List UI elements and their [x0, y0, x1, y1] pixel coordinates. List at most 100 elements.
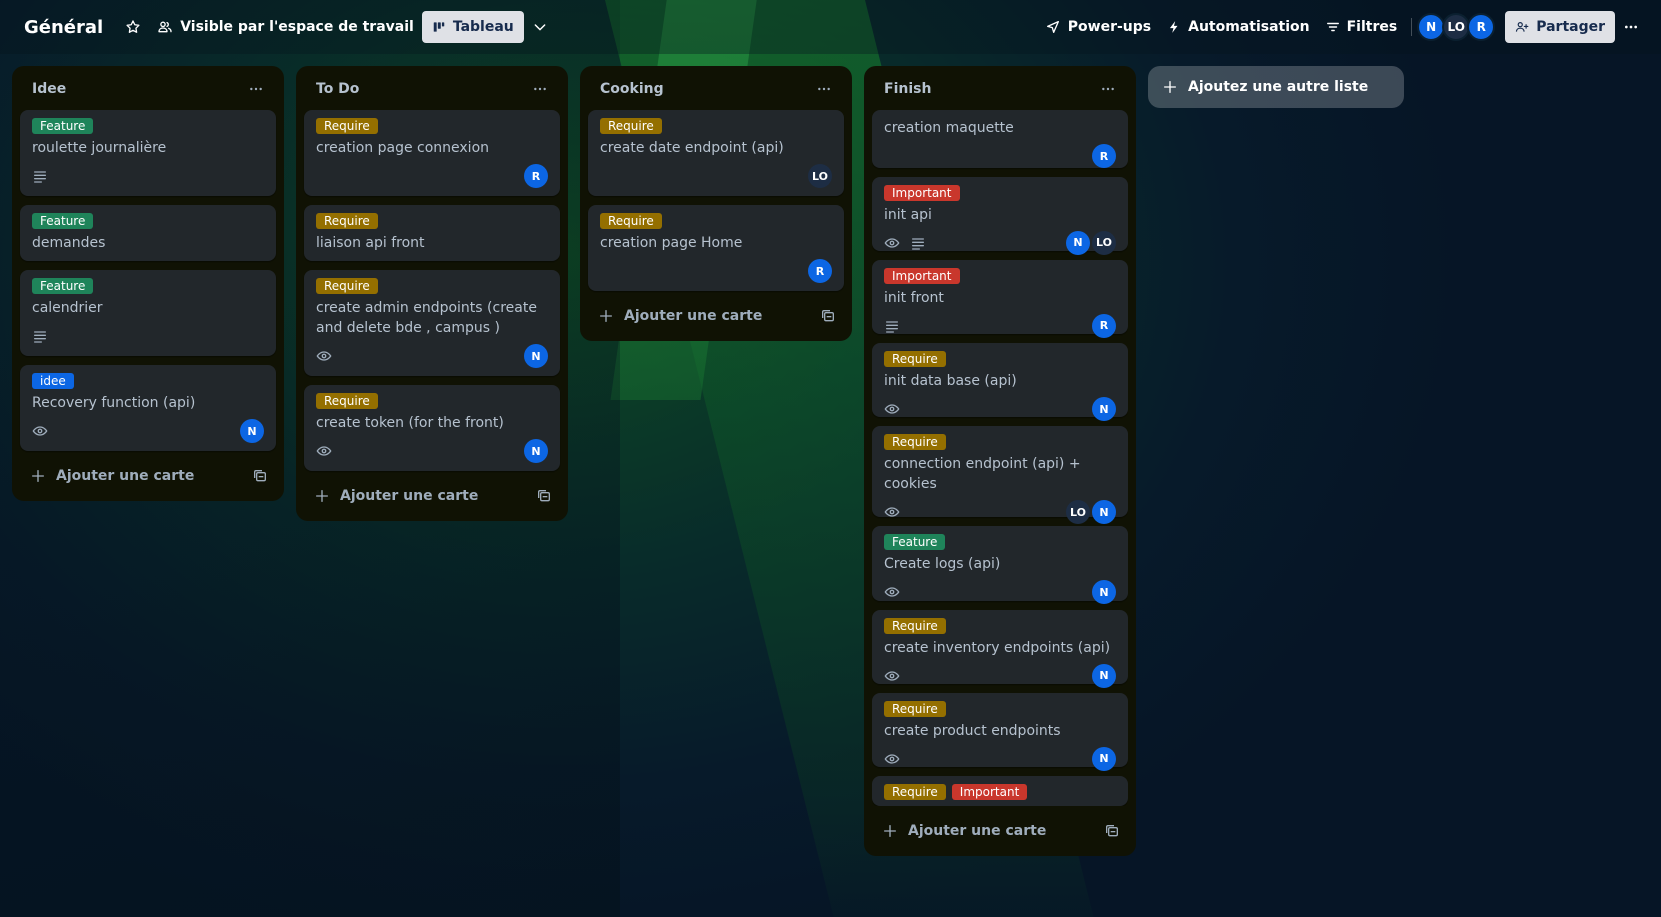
view-options-button[interactable] [524, 11, 556, 43]
member-avatar[interactable]: R [524, 164, 548, 188]
list-title[interactable]: Cooking [600, 81, 664, 97]
card-title: creation maquette [884, 120, 1014, 136]
list-actions-button[interactable] [1094, 75, 1122, 103]
member-avatar[interactable]: N [1417, 13, 1446, 41]
card[interactable]: Important init api N LO [872, 176, 1128, 255]
card-label[interactable]: Require [600, 118, 662, 134]
card-label[interactable]: Require [316, 278, 378, 294]
card[interactable]: Feature demandes [20, 205, 276, 261]
star-button[interactable] [117, 11, 149, 43]
member-avatar[interactable]: N [1092, 746, 1116, 771]
card-labels: Require [316, 118, 548, 134]
add-card-button[interactable]: Ajouter une carte [304, 479, 560, 513]
add-card-left: Ajouter une carte [314, 488, 478, 504]
card-label[interactable]: Require [316, 118, 378, 134]
lightning-icon [1167, 19, 1181, 35]
card-footer: R [600, 259, 832, 283]
more-icon [1623, 19, 1639, 35]
add-card-left: Ajouter une carte [882, 823, 1046, 839]
template-icon[interactable] [1104, 823, 1120, 839]
card[interactable]: Require Important [872, 776, 1128, 806]
add-list-button[interactable]: Ajoutez une autre liste [1148, 66, 1404, 108]
card[interactable]: Require init data base (api) N [872, 343, 1128, 422]
card-label[interactable]: Require [316, 393, 378, 409]
share-button[interactable]: Partager [1505, 11, 1615, 43]
view-switcher-button[interactable]: Tableau [421, 11, 524, 43]
add-card-button[interactable]: Ajouter une carte [588, 299, 844, 333]
card-label[interactable]: Important [951, 784, 1028, 800]
plus-icon [882, 823, 898, 839]
card-label[interactable]: Require [884, 700, 946, 717]
card-label[interactable]: Feature [32, 278, 94, 294]
template-icon[interactable] [820, 308, 836, 324]
card-label[interactable]: Require [884, 784, 946, 800]
board-title[interactable]: Général [24, 17, 103, 38]
card-label[interactable]: Require [884, 434, 946, 451]
list-actions-button[interactable] [810, 75, 838, 103]
card[interactable]: Require create admin endpoints (create an… [304, 270, 560, 376]
member-avatar[interactable]: LO [808, 164, 832, 188]
member-avatar[interactable]: LO [1442, 13, 1471, 41]
member-avatar[interactable]: N [1092, 500, 1116, 525]
card[interactable]: creation maquette R [872, 110, 1128, 168]
card[interactable]: Require create product endpoints N [872, 692, 1128, 771]
member-avatar[interactable]: N [1092, 397, 1116, 422]
card[interactable]: Feature calendrier [20, 270, 276, 356]
card-badges [316, 443, 332, 459]
member-avatar[interactable]: N [524, 344, 548, 368]
card[interactable]: Require liaison api front [304, 205, 560, 261]
card-labels: Require [316, 213, 548, 229]
card-label[interactable]: Require [884, 351, 946, 368]
member-avatar[interactable]: N [524, 439, 548, 463]
member-avatar[interactable]: R [808, 259, 832, 283]
card-label[interactable]: Important [884, 267, 960, 284]
visibility-button[interactable]: Visible par l'espace de travail [149, 11, 422, 43]
card[interactable]: idee Recovery function (api) N [20, 365, 276, 451]
list-actions-button[interactable] [526, 75, 554, 103]
member-avatar[interactable]: R [1092, 313, 1116, 338]
filter-icon [1326, 20, 1340, 34]
powerups-button[interactable]: Power-ups [1037, 11, 1159, 43]
card-label[interactable]: Require [316, 213, 378, 229]
card-label[interactable]: idee [32, 373, 74, 389]
card-footer: N [884, 580, 1116, 605]
card[interactable]: Require create inventory endpoints (api) N [872, 609, 1128, 688]
add-card-button[interactable]: Ajouter une carte [872, 814, 1128, 848]
card-label[interactable]: Require [884, 617, 946, 634]
member-avatar[interactable]: N [1066, 230, 1090, 255]
list-title[interactable]: To Do [316, 81, 359, 97]
board-header: Général Visible par l'espace de travail … [0, 0, 1661, 54]
add-card-label: Ajouter une carte [908, 823, 1047, 839]
card-label[interactable]: Feature [32, 118, 94, 134]
card[interactable]: Require connection endpoint (api) + cooki… [872, 426, 1128, 525]
member-avatar[interactable]: LO [1092, 230, 1116, 255]
member-avatar[interactable]: R [1467, 13, 1496, 41]
template-icon[interactable] [536, 488, 552, 504]
card-label[interactable]: Feature [32, 213, 94, 229]
card-label[interactable]: Require [600, 213, 662, 229]
plus-icon [314, 488, 330, 504]
list-title[interactable]: Idee [32, 81, 66, 97]
member-avatar[interactable]: N [1092, 663, 1116, 688]
card[interactable]: Feature Create logs (api) N [872, 526, 1128, 605]
template-icon[interactable] [252, 468, 268, 484]
card[interactable]: Require creation page connexion R [304, 110, 560, 196]
member-avatar[interactable]: LO [1066, 500, 1090, 525]
automation-button[interactable]: Automatisation [1159, 11, 1318, 43]
card[interactable]: Require creation page Home R [588, 205, 844, 291]
member-avatar[interactable]: R [1092, 144, 1116, 168]
list-actions-button[interactable] [242, 75, 270, 103]
card[interactable]: Feature roulette journalière [20, 110, 276, 196]
card[interactable]: Important init front R [872, 259, 1128, 338]
member-avatar[interactable]: N [240, 419, 264, 443]
board-menu-button[interactable] [1615, 11, 1647, 43]
card-label[interactable]: Feature [884, 534, 946, 551]
member-avatar[interactable]: N [1092, 580, 1116, 605]
add-card-button[interactable]: Ajouter une carte [20, 459, 276, 493]
card-members: N [524, 439, 548, 463]
list-title[interactable]: Finish [884, 81, 931, 97]
card[interactable]: Require create date endpoint (api) LO [588, 110, 844, 196]
filters-button[interactable]: Filtres [1318, 11, 1406, 43]
card[interactable]: Require create token (for the front) N [304, 385, 560, 471]
card-label[interactable]: Important [884, 184, 960, 201]
